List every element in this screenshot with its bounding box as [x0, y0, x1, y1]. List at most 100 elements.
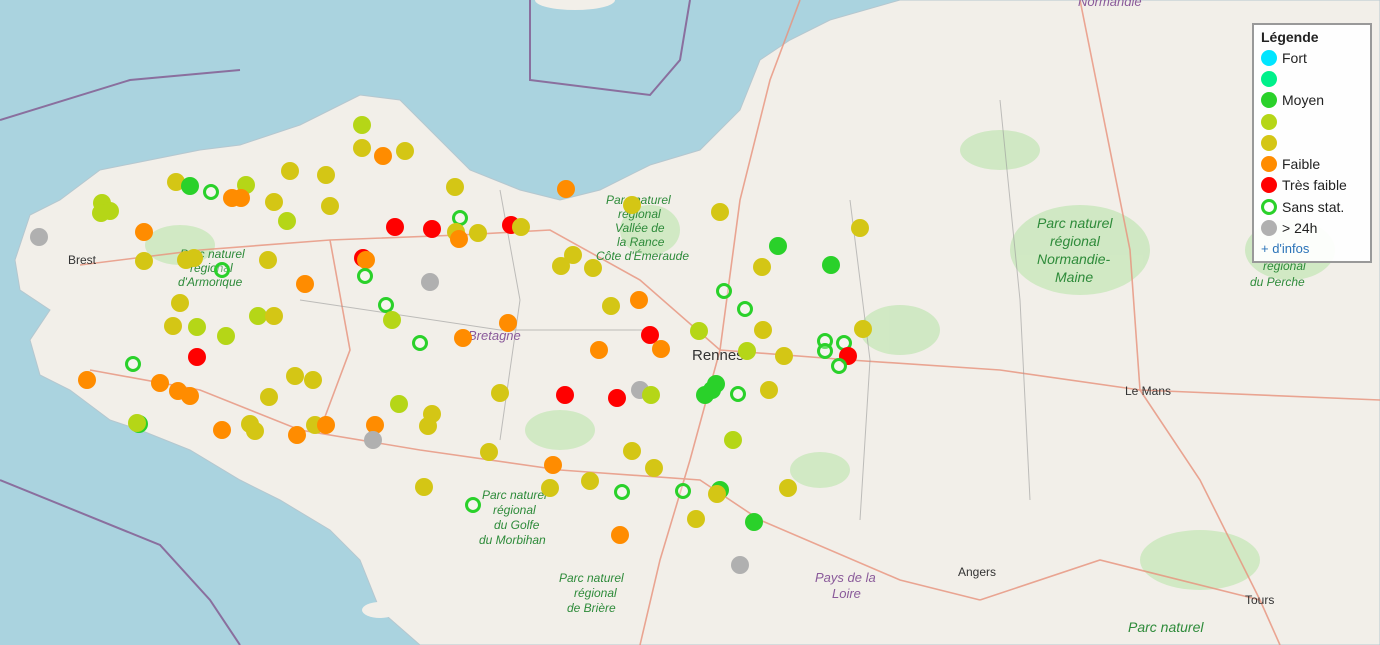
station-marker-no-stat[interactable]: [357, 268, 373, 284]
station-marker[interactable]: [491, 384, 509, 402]
station-marker[interactable]: [357, 251, 375, 269]
station-marker[interactable]: [450, 230, 468, 248]
station-marker[interactable]: [703, 381, 721, 399]
station-marker[interactable]: [557, 180, 575, 198]
station-marker[interactable]: [708, 485, 726, 503]
station-marker[interactable]: [541, 479, 559, 497]
station-marker[interactable]: [822, 256, 840, 274]
station-marker[interactable]: [281, 162, 299, 180]
station-marker[interactable]: [499, 314, 517, 332]
station-marker[interactable]: [690, 322, 708, 340]
station-marker[interactable]: [278, 212, 296, 230]
station-marker[interactable]: [259, 251, 277, 269]
station-marker[interactable]: [288, 426, 306, 444]
map[interactable]: Brest Rennes Le Mans Angers Tours Norman…: [0, 0, 1380, 645]
station-marker-no-stat[interactable]: [465, 497, 481, 513]
station-marker[interactable]: [296, 275, 314, 293]
station-marker[interactable]: [584, 259, 602, 277]
station-marker-no-stat[interactable]: [203, 184, 219, 200]
station-marker[interactable]: [171, 294, 189, 312]
station-marker[interactable]: [645, 459, 663, 477]
station-marker[interactable]: [353, 139, 371, 157]
station-marker[interactable]: [151, 374, 169, 392]
station-marker[interactable]: [249, 307, 267, 325]
station-marker[interactable]: [419, 417, 437, 435]
station-marker-no-stat[interactable]: [817, 343, 833, 359]
station-marker[interactable]: [386, 218, 404, 236]
station-marker[interactable]: [512, 218, 530, 236]
station-marker[interactable]: [711, 203, 729, 221]
station-marker-no-stat[interactable]: [730, 386, 746, 402]
station-marker[interactable]: [652, 340, 670, 358]
station-marker[interactable]: [641, 326, 659, 344]
station-marker[interactable]: [246, 422, 264, 440]
station-marker[interactable]: [454, 329, 472, 347]
station-marker[interactable]: [556, 386, 574, 404]
station-marker[interactable]: [590, 341, 608, 359]
station-marker[interactable]: [446, 178, 464, 196]
station-marker-no-stat[interactable]: [214, 262, 230, 278]
station-marker[interactable]: [724, 431, 742, 449]
station-marker[interactable]: [364, 431, 382, 449]
station-marker[interactable]: [353, 116, 371, 134]
station-marker[interactable]: [232, 189, 250, 207]
station-marker[interactable]: [745, 513, 763, 531]
station-marker[interactable]: [760, 381, 778, 399]
station-marker[interactable]: [260, 388, 278, 406]
station-marker[interactable]: [779, 479, 797, 497]
station-marker[interactable]: [753, 258, 771, 276]
station-marker[interactable]: [164, 317, 182, 335]
station-marker[interactable]: [642, 386, 660, 404]
station-marker[interactable]: [423, 220, 441, 238]
station-marker[interactable]: [851, 219, 869, 237]
station-marker[interactable]: [383, 311, 401, 329]
station-marker[interactable]: [30, 228, 48, 246]
station-marker[interactable]: [265, 193, 283, 211]
station-marker[interactable]: [128, 414, 146, 432]
station-marker[interactable]: [630, 291, 648, 309]
station-marker[interactable]: [78, 371, 96, 389]
station-marker[interactable]: [304, 371, 322, 389]
station-marker[interactable]: [469, 224, 487, 242]
station-marker[interactable]: [854, 320, 872, 338]
station-marker[interactable]: [188, 348, 206, 366]
station-marker[interactable]: [544, 456, 562, 474]
station-marker[interactable]: [769, 237, 787, 255]
station-marker[interactable]: [396, 142, 414, 160]
station-marker-no-stat[interactable]: [614, 484, 630, 500]
station-marker-no-stat[interactable]: [675, 483, 691, 499]
station-marker[interactable]: [611, 526, 629, 544]
station-marker[interactable]: [415, 478, 433, 496]
station-marker[interactable]: [552, 257, 570, 275]
station-marker[interactable]: [602, 297, 620, 315]
station-marker[interactable]: [623, 442, 641, 460]
station-marker[interactable]: [321, 197, 339, 215]
station-marker[interactable]: [731, 556, 749, 574]
station-marker-no-stat[interactable]: [412, 335, 428, 351]
station-marker[interactable]: [738, 342, 756, 360]
station-marker[interactable]: [135, 223, 153, 241]
station-marker-no-stat[interactable]: [831, 358, 847, 374]
station-marker[interactable]: [135, 252, 153, 270]
station-marker[interactable]: [581, 472, 599, 490]
station-marker-no-stat[interactable]: [737, 301, 753, 317]
station-marker[interactable]: [374, 147, 392, 165]
station-marker[interactable]: [623, 196, 641, 214]
station-marker[interactable]: [265, 307, 283, 325]
station-marker[interactable]: [390, 395, 408, 413]
station-marker[interactable]: [217, 327, 235, 345]
station-marker[interactable]: [92, 204, 110, 222]
station-marker[interactable]: [754, 321, 772, 339]
station-marker[interactable]: [687, 510, 705, 528]
station-marker[interactable]: [421, 273, 439, 291]
station-marker-no-stat[interactable]: [378, 297, 394, 313]
station-marker[interactable]: [213, 421, 231, 439]
station-marker[interactable]: [286, 367, 304, 385]
station-marker[interactable]: [480, 443, 498, 461]
station-marker-no-stat[interactable]: [125, 356, 141, 372]
station-marker[interactable]: [317, 166, 335, 184]
station-marker[interactable]: [608, 389, 626, 407]
station-marker[interactable]: [775, 347, 793, 365]
station-marker[interactable]: [317, 416, 335, 434]
more-info-link[interactable]: + d'infos: [1261, 241, 1363, 256]
